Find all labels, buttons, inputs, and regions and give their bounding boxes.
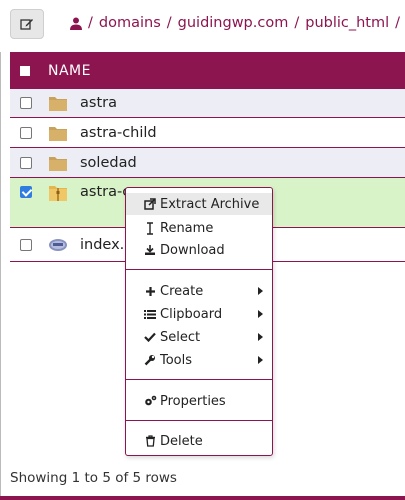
pagination-status: Showing 1 to 5 of 5 rows — [10, 470, 177, 486]
text-cursor-icon — [143, 221, 157, 235]
folder-icon — [49, 97, 67, 111]
plus-icon — [143, 286, 157, 297]
menu-label: Select — [160, 329, 201, 345]
table-row[interactable]: soledad — [10, 148, 405, 178]
file-name[interactable]: astra — [80, 95, 117, 111]
breadcrumb-separator: / — [88, 15, 93, 31]
row-checkbox[interactable] — [20, 97, 32, 109]
wrench-icon — [143, 354, 157, 366]
breadcrumb-domains[interactable]: domains — [99, 15, 161, 31]
file-name[interactable]: astra-c — [80, 184, 130, 200]
menu-item-create[interactable]: Create — [126, 280, 272, 302]
menu-item-select[interactable]: Select — [126, 326, 272, 348]
menu-label: Extract Archive — [160, 196, 260, 212]
trash-icon — [143, 435, 157, 447]
row-checkbox[interactable] — [20, 156, 32, 169]
cogs-icon — [143, 395, 157, 407]
php-file-icon — [49, 238, 67, 251]
submenu-arrow-icon — [258, 310, 263, 318]
breadcrumb-guidingwp[interactable]: guidingwp.com — [178, 15, 289, 31]
edit-icon — [20, 19, 33, 30]
breadcrumb: / domains / guidingwp.com / public_html … — [70, 15, 405, 31]
check-icon — [143, 332, 157, 342]
menu-divider — [126, 379, 272, 380]
context-menu: Extract Archive Rename Download Create C… — [125, 187, 273, 456]
menu-item-extract-archive[interactable]: Extract Archive — [126, 193, 272, 215]
menu-item-download[interactable]: Download — [126, 239, 272, 261]
row-checkbox[interactable] — [20, 238, 32, 251]
submenu-arrow-icon — [258, 333, 263, 341]
breadcrumb-separator: / — [395, 15, 401, 31]
menu-label: Rename — [160, 220, 214, 236]
menu-item-tools[interactable]: Tools — [126, 349, 272, 371]
menu-label: Create — [160, 283, 204, 299]
menu-divider — [126, 420, 272, 421]
toolbar: / domains / guidingwp.com / public_html … — [0, 0, 405, 52]
bottom-divider — [0, 496, 405, 500]
select-all-checkbox[interactable] — [20, 65, 30, 76]
external-link-icon — [143, 198, 157, 210]
list-icon — [143, 309, 157, 320]
user-icon[interactable] — [70, 17, 82, 30]
folder-icon — [49, 126, 67, 141]
table-row[interactable]: astra-child — [10, 118, 405, 148]
submenu-arrow-icon — [258, 287, 263, 295]
menu-item-properties[interactable]: Properties — [126, 390, 272, 412]
folder-icon — [49, 156, 67, 171]
menu-divider — [126, 269, 272, 270]
archive-icon — [49, 186, 67, 201]
menu-item-delete[interactable]: Delete — [126, 430, 272, 452]
submenu-arrow-icon — [258, 356, 263, 364]
menu-item-rename[interactable]: Rename — [126, 217, 272, 239]
table-header: NAME — [10, 52, 405, 89]
download-icon — [143, 244, 157, 256]
name-column-header[interactable]: NAME — [48, 63, 91, 79]
file-name[interactable]: soledad — [80, 155, 137, 171]
row-checkbox[interactable] — [20, 126, 32, 139]
menu-label: Delete — [160, 433, 203, 449]
left-frame-border — [0, 0, 1, 500]
menu-item-clipboard[interactable]: Clipboard — [126, 303, 272, 325]
row-checkbox-checked[interactable] — [20, 186, 32, 198]
file-name[interactable]: astra-child — [80, 125, 157, 141]
breadcrumb-separator: / — [294, 15, 300, 31]
menu-label: Tools — [160, 352, 193, 368]
menu-label: Properties — [160, 393, 226, 409]
breadcrumb-public-html[interactable]: public_html — [305, 15, 389, 31]
menu-label: Clipboard — [160, 306, 223, 322]
table-row[interactable]: astra — [10, 89, 405, 118]
breadcrumb-separator: / — [166, 15, 172, 31]
menu-label: Download — [160, 242, 225, 258]
edit-button[interactable] — [10, 9, 44, 39]
